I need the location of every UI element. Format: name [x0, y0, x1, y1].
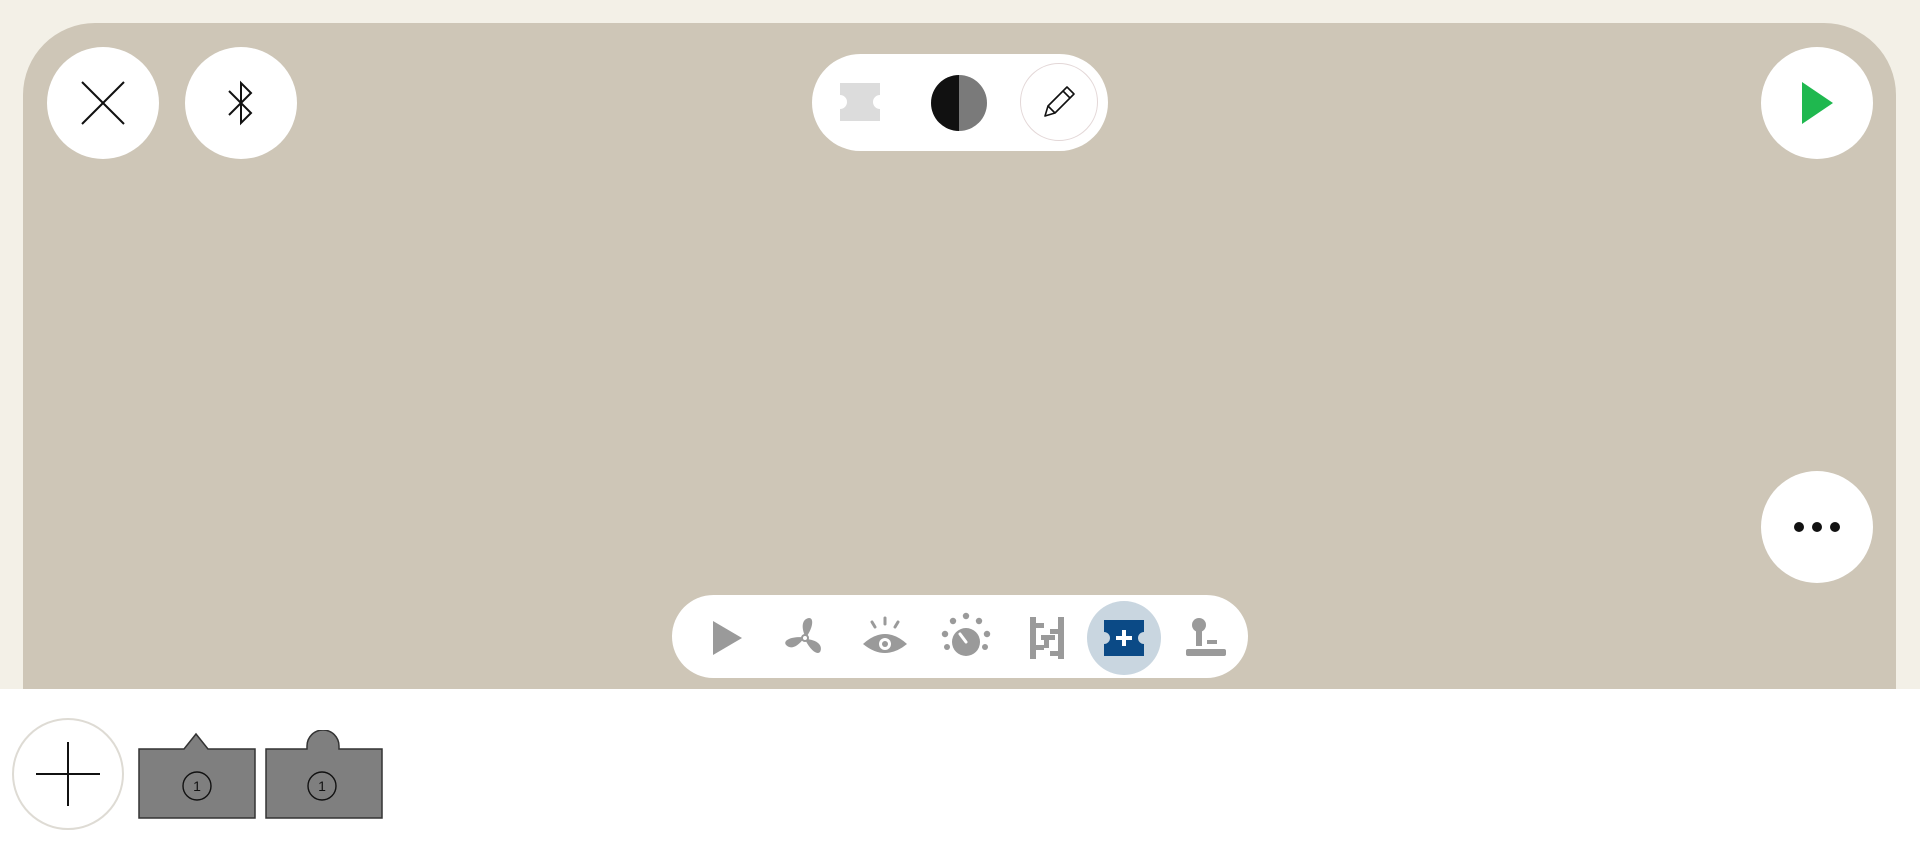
block-number: 1 [318, 778, 326, 794]
block-ticket-icon [840, 83, 880, 121]
contrast-mode-button[interactable] [930, 74, 988, 132]
eye-icon [863, 616, 907, 653]
joystick-icon [1186, 618, 1226, 656]
play-button[interactable] [1761, 47, 1873, 159]
tray-block-triangle[interactable]: 1 [138, 730, 256, 820]
ladder-icon [1030, 617, 1064, 659]
pencil-icon [1044, 86, 1075, 117]
close-button[interactable] [47, 47, 159, 159]
palette-item-light[interactable] [929, 601, 1003, 675]
palette-item-my-blocks[interactable] [1087, 601, 1161, 675]
palette-item-sensors[interactable] [848, 601, 922, 675]
more-icon [1794, 522, 1840, 532]
edit-mode-button[interactable] [1020, 63, 1098, 141]
bluetooth-icon [228, 80, 253, 126]
palette-item-control[interactable] [1010, 601, 1084, 675]
plus-icon [36, 742, 100, 806]
play-triangle-icon [713, 621, 742, 655]
block-number: 1 [193, 778, 201, 794]
mode-switcher [812, 54, 1108, 151]
block-mode-button[interactable] [836, 78, 884, 126]
more-button[interactable] [1761, 471, 1873, 583]
add-block-button[interactable] [12, 718, 124, 830]
palette-item-motors[interactable] [768, 601, 842, 675]
add-block-icon [1104, 620, 1144, 656]
category-palette [672, 595, 1248, 678]
close-icon [81, 81, 125, 125]
play-icon [1802, 82, 1833, 124]
tray-block-round[interactable]: 1 [265, 729, 383, 820]
palette-item-start[interactable] [690, 601, 764, 675]
fan-icon [785, 618, 821, 653]
light-icon [941, 612, 991, 656]
contrast-icon [931, 75, 987, 131]
palette-item-joystick[interactable] [1169, 601, 1243, 675]
bluetooth-button[interactable] [185, 47, 297, 159]
